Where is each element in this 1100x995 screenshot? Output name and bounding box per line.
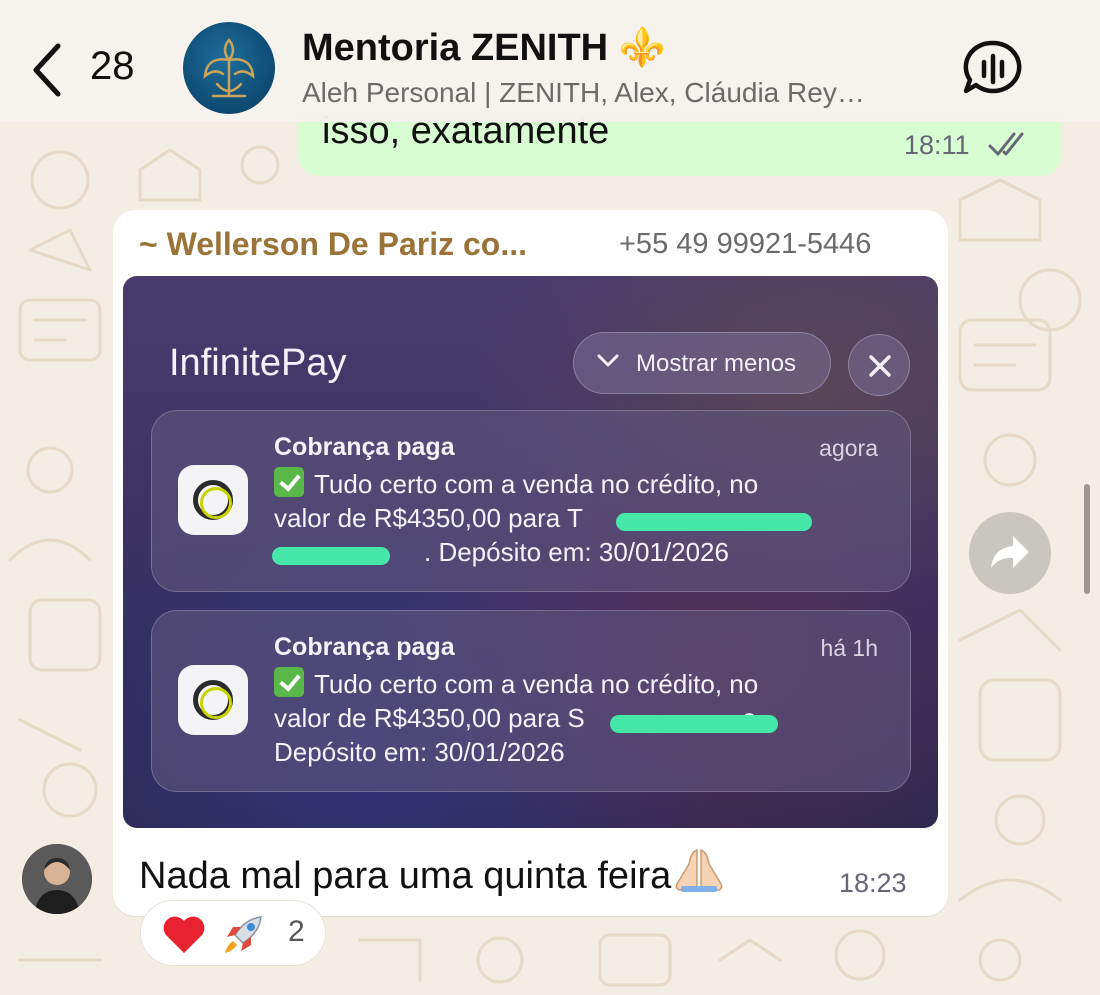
notification-line: . Depósito em: 30/01/2026 (424, 537, 729, 567)
group-members[interactable]: Aleh Personal | ZENITH, Alex, Cláudia Re… (302, 77, 865, 109)
redaction-mark (616, 513, 812, 531)
close-icon (869, 355, 891, 377)
notification-time: agora (819, 435, 878, 461)
notification-line: Depósito em: 30/01/2026 (274, 737, 565, 767)
message-caption: Nada mal para uma quinta feira (139, 846, 727, 898)
infinitepay-app-icon (178, 665, 248, 735)
back-button[interactable] (26, 40, 76, 100)
forward-button[interactable] (969, 512, 1051, 594)
show-less-label: Mostrar menos (636, 350, 797, 377)
notification-line: Tudo certo com a venda no crédito, no (314, 469, 759, 499)
notification-line: valor de R$4350,00 para T (274, 503, 583, 533)
read-receipt-icon (988, 132, 1024, 156)
voice-chat-button[interactable] (960, 38, 1026, 100)
sender-phone[interactable]: +55 49 99921-5446 (619, 228, 871, 261)
group-title[interactable]: Mentoria ZENITH ⚜️ (302, 26, 666, 70)
rocket-icon (225, 916, 262, 953)
notification-title: Cobrança paga (274, 633, 455, 661)
unread-count[interactable]: 28 (90, 44, 135, 89)
chevron-left-icon (33, 43, 61, 97)
message-time: 18:23 (839, 868, 907, 898)
caption-text: Nada mal para uma quinta feira (139, 855, 672, 897)
payment-notification: Cobrança paga agora Tudo certo com a ven… (151, 410, 911, 592)
reactions-pill[interactable]: 2 (140, 900, 326, 966)
chat-header: 28 Mentoria ZENITH ⚜️ Aleh Personal | ZE… (0, 0, 1100, 122)
show-less-button: Mostrar menos (573, 332, 831, 394)
message-image[interactable]: InfinitePay Mostrar menos Cobrança paga … (123, 276, 938, 828)
sender-avatar[interactable] (22, 844, 92, 914)
notification-time: há 1h (820, 635, 878, 661)
person-photo-icon (22, 844, 92, 914)
sender-name[interactable]: ~ Wellerson De Pariz co... (139, 226, 527, 263)
pray-icon (675, 848, 723, 892)
infinitepay-app-icon (178, 465, 248, 535)
reaction-count: 2 (288, 915, 305, 948)
notification-line: valor de R$4350,00 para S (274, 703, 585, 733)
heart-icon (163, 916, 205, 953)
group-avatar[interactable] (183, 22, 275, 114)
notification-title: Cobrança paga (274, 433, 455, 461)
notification-app-name: InfinitePay (169, 342, 347, 384)
forward-arrow-icon (991, 536, 1029, 568)
zenith-logo-icon (203, 37, 255, 98)
incoming-message[interactable]: ~ Wellerson De Pariz co... +55 49 99921-… (113, 210, 948, 916)
chevron-down-icon (597, 354, 619, 367)
redaction-mark (272, 547, 390, 565)
voice-chat-icon (963, 40, 1022, 94)
check-mark-icon (274, 467, 304, 497)
message-time: 18:11 (904, 130, 970, 160)
notification-line: Tudo certo com a venda no crédito, no (314, 669, 759, 699)
redaction-mark (610, 715, 778, 733)
scrollbar[interactable] (1084, 484, 1090, 594)
check-mark-icon (274, 667, 304, 697)
payment-notification: Cobrança paga há 1h Tudo certo com a ven… (151, 610, 911, 792)
close-notifications-button (848, 334, 910, 396)
